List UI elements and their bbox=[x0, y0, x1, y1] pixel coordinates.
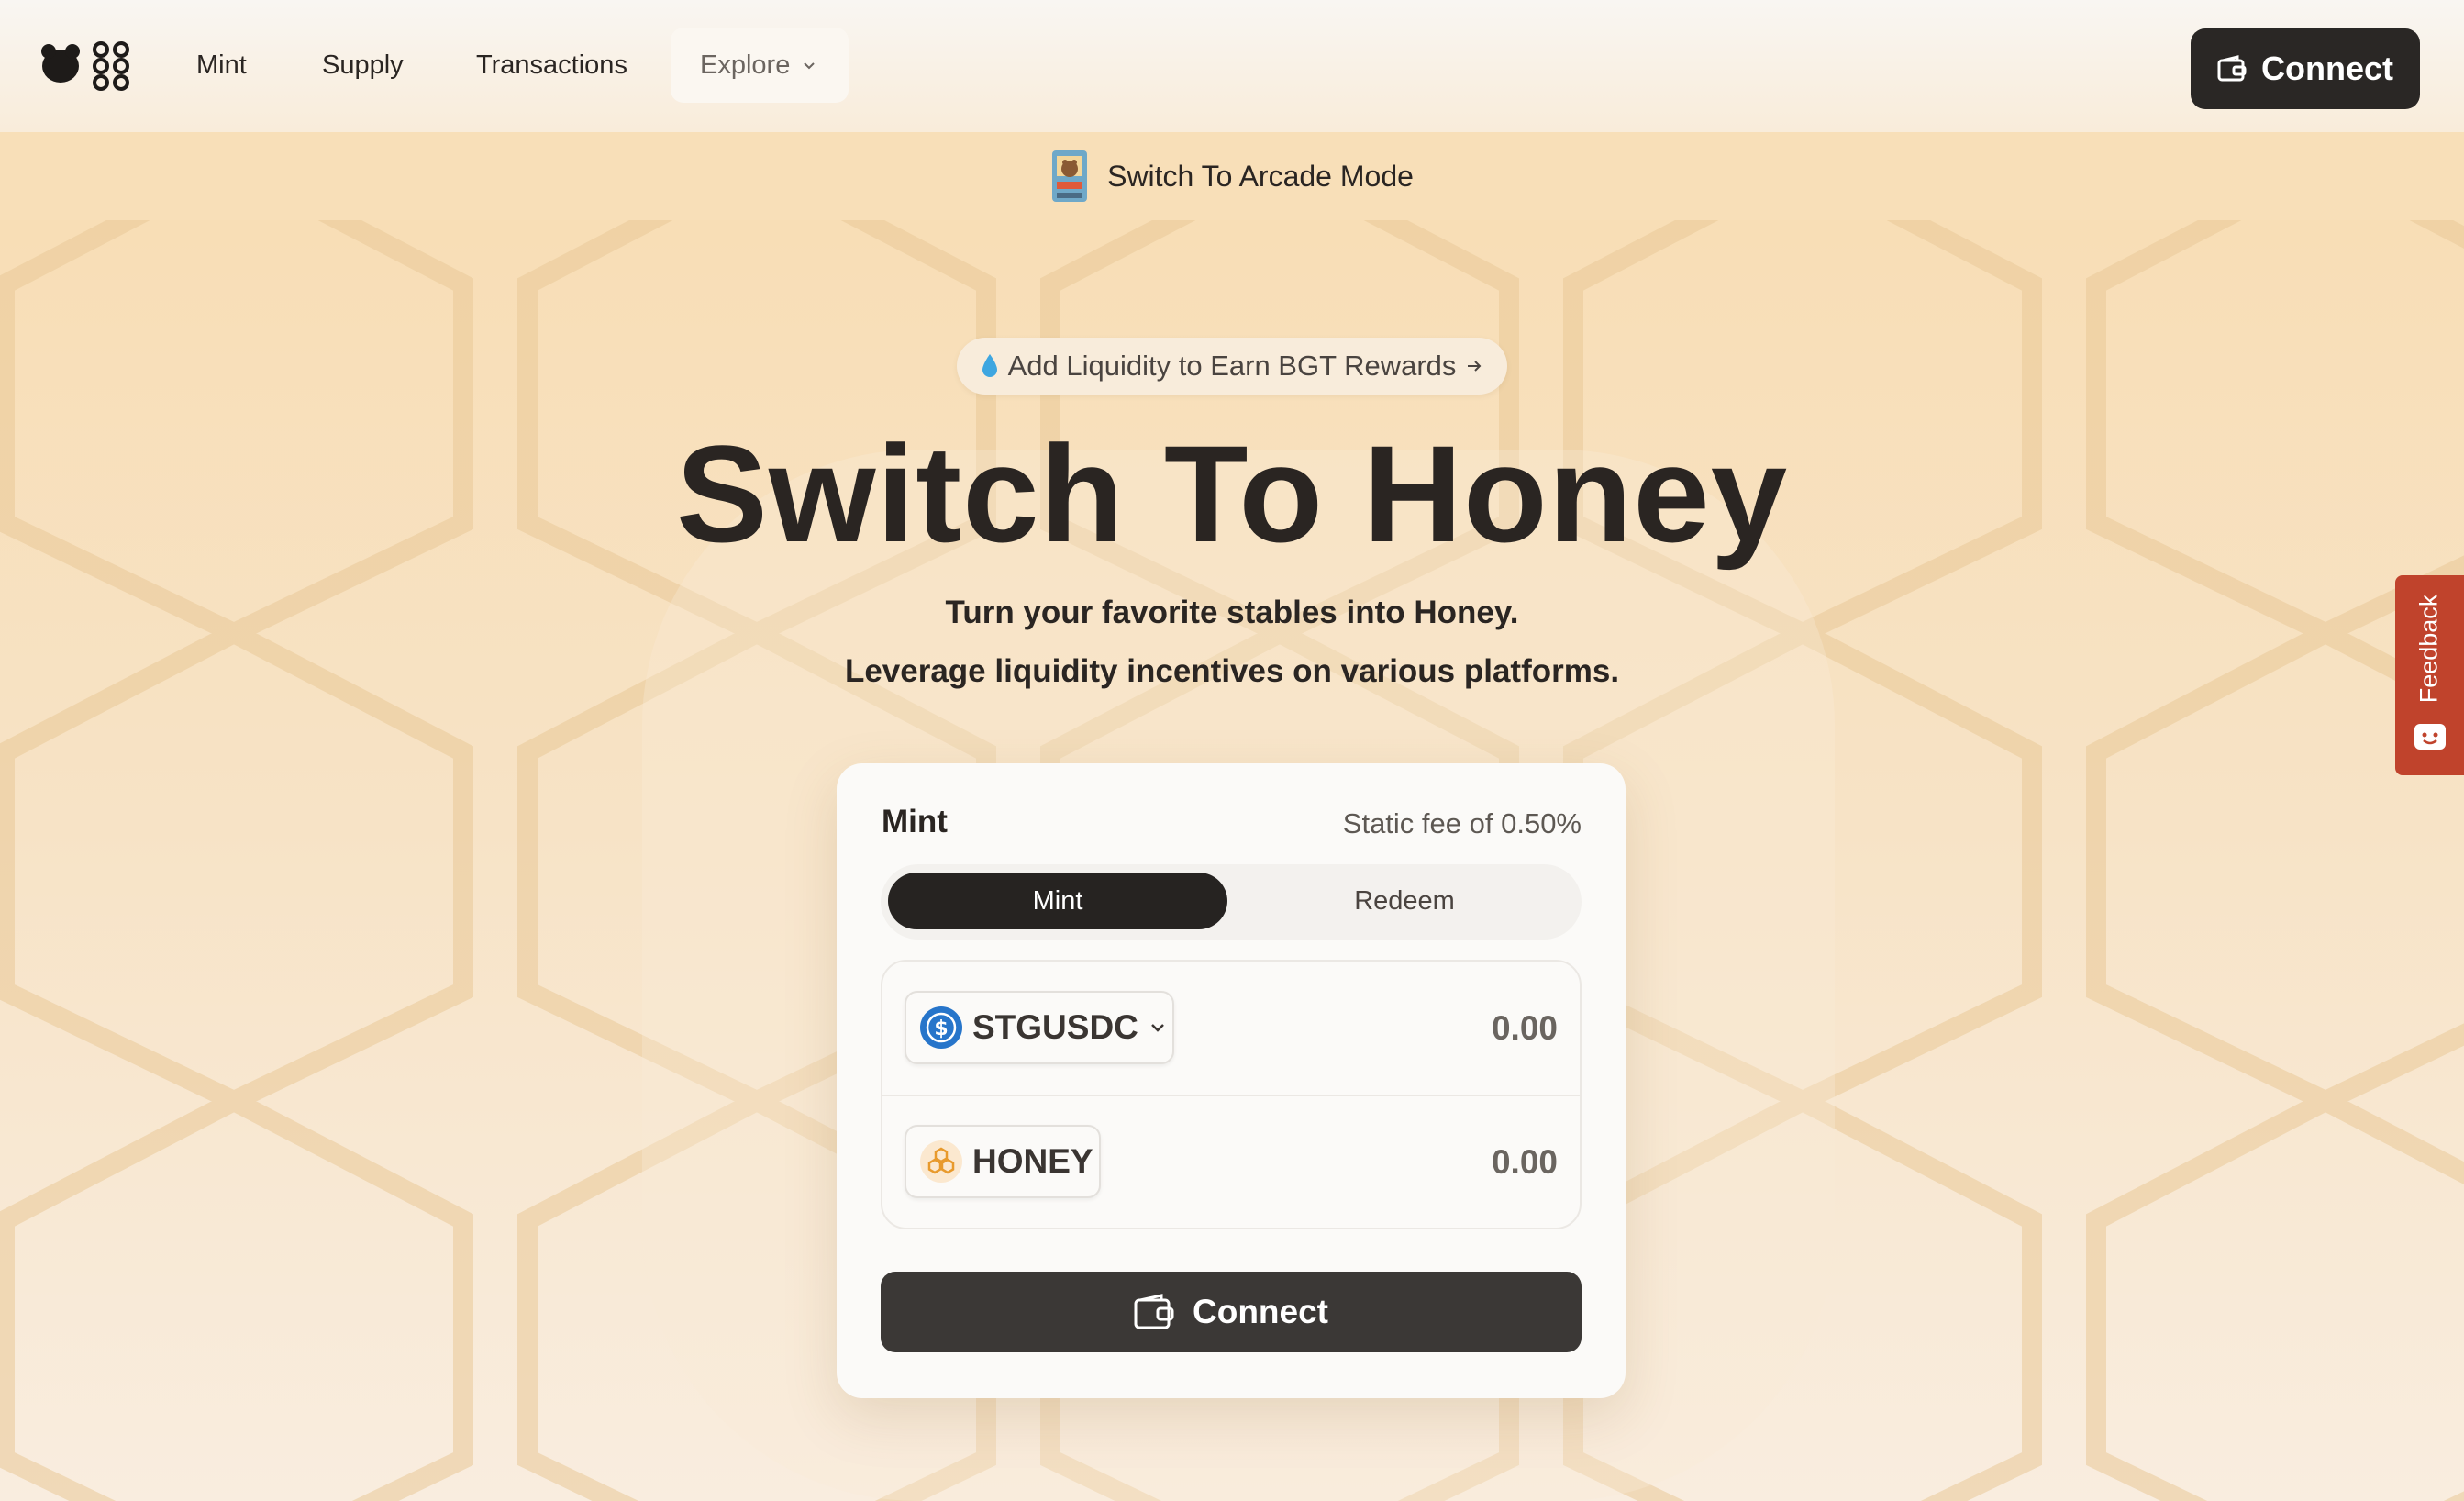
top-navbar: Mint Supply Transactions Explore Connect bbox=[0, 0, 2464, 132]
token-input-group: $ STGUSDC 0.00 HONEY 0.00 bbox=[881, 960, 1582, 1229]
nav-explore-label: Explore bbox=[700, 50, 791, 80]
svg-text:$: $ bbox=[934, 1017, 948, 1040]
chevron-down-icon bbox=[1151, 1024, 1164, 1032]
output-token-display: HONEY bbox=[905, 1125, 1101, 1198]
tab-mint[interactable]: Mint bbox=[888, 873, 1227, 929]
berachain-logo-icon[interactable] bbox=[40, 37, 132, 94]
card-connect-button[interactable]: Connect bbox=[881, 1272, 1582, 1352]
nav-link-transactions[interactable]: Transactions bbox=[476, 42, 627, 88]
feedback-label: Feedback bbox=[2414, 594, 2443, 704]
connect-wallet-button[interactable]: Connect bbox=[2191, 28, 2420, 109]
subtitle-line-1: Turn your favorite stables into Honey. bbox=[945, 595, 1519, 630]
add-liquidity-pill[interactable]: Add Liquidity to Earn BGT Rewards bbox=[957, 338, 1507, 395]
add-liquidity-label: Add Liquidity to Earn BGT Rewards bbox=[1007, 350, 1457, 382]
tab-redeem[interactable]: Redeem bbox=[1235, 873, 1574, 929]
feedback-tab[interactable]: Feedback bbox=[2395, 575, 2464, 775]
card-title: Mint bbox=[882, 804, 948, 839]
input-token-symbol: STGUSDC bbox=[972, 1008, 1138, 1046]
nav-link-mint[interactable]: Mint bbox=[196, 42, 247, 88]
connect-label: Connect bbox=[2261, 50, 2393, 87]
wallet-icon bbox=[2217, 55, 2247, 82]
usdc-icon: $ bbox=[920, 1006, 962, 1049]
subtitle-line-2: Leverage liquidity incentives on various… bbox=[844, 653, 1620, 689]
card-connect-label: Connect bbox=[1193, 1293, 1328, 1330]
arcade-mode-label: Switch To Arcade Mode bbox=[1107, 159, 1414, 193]
arrow-right-icon bbox=[1468, 361, 1482, 372]
mint-redeem-toggle: Mint Redeem bbox=[881, 864, 1582, 940]
static-fee-text: Static fee of 0.50% bbox=[1342, 807, 1582, 839]
page-title: Switch To Honey bbox=[675, 417, 1789, 571]
output-amount: 0.00 bbox=[1491, 1143, 1558, 1181]
chevron-down-icon bbox=[804, 62, 816, 70]
honey-icon bbox=[920, 1140, 962, 1183]
output-token-symbol: HONEY bbox=[972, 1142, 1093, 1180]
token-divider bbox=[882, 1095, 1580, 1096]
nav-link-supply[interactable]: Supply bbox=[322, 42, 404, 88]
arcade-mode-banner[interactable]: Switch To Arcade Mode bbox=[0, 132, 2464, 220]
input-token-selector[interactable]: $ STGUSDC bbox=[905, 991, 1174, 1064]
water-drop-icon bbox=[982, 354, 997, 377]
input-amount[interactable]: 0.00 bbox=[1492, 1009, 1558, 1048]
arcade-cabinet-icon bbox=[1052, 150, 1088, 202]
wallet-icon bbox=[1134, 1294, 1174, 1329]
feedback-chat-icon bbox=[2414, 724, 2446, 750]
nav-explore-dropdown[interactable]: Explore bbox=[671, 28, 849, 103]
mint-card: Mint Static fee of 0.50% Mint Redeem $ S… bbox=[837, 763, 1626, 1398]
